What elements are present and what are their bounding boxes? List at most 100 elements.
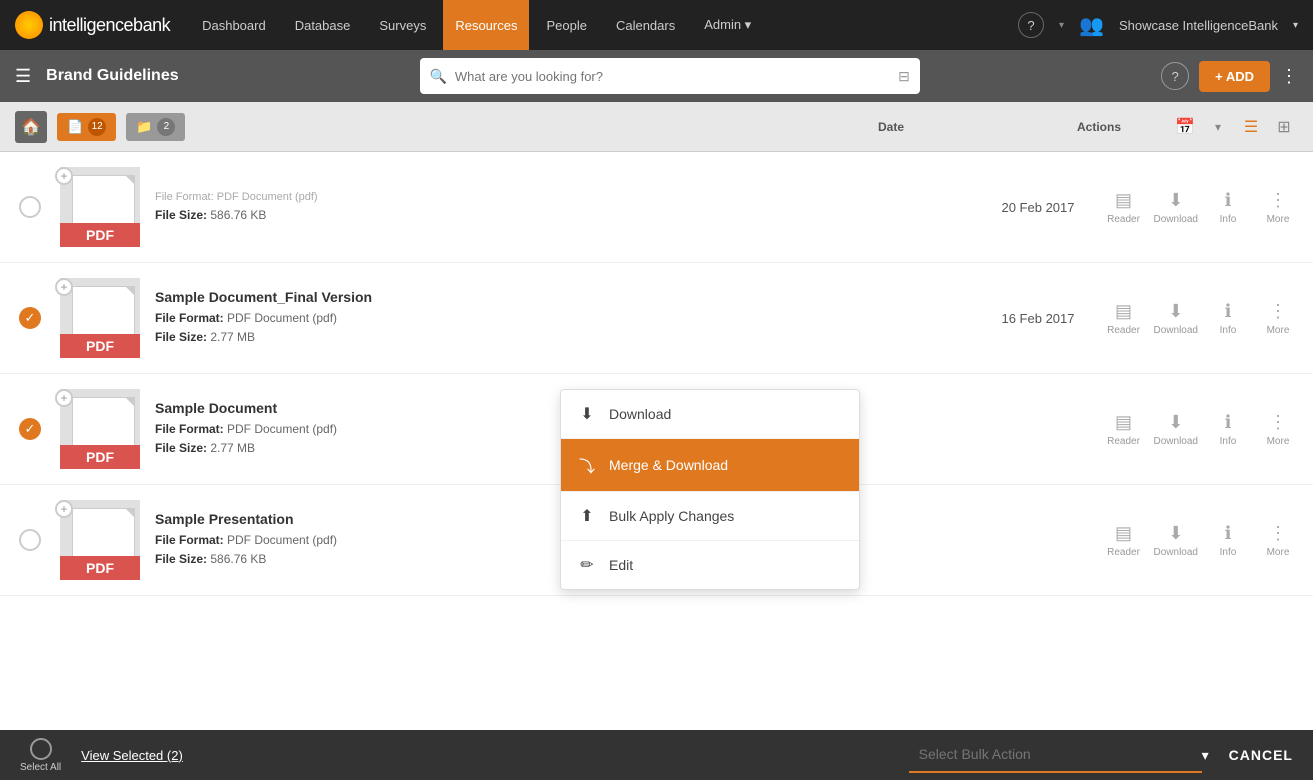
- more-action-button[interactable]: ⋮ More: [1258, 190, 1298, 225]
- page-title: Brand Guidelines: [46, 67, 178, 85]
- nav-item-surveys[interactable]: Surveys: [367, 0, 438, 50]
- nav-item-admin[interactable]: Admin ▾: [692, 0, 763, 50]
- download-action-button[interactable]: ⬇ Download: [1154, 301, 1198, 336]
- reader-label: Reader: [1107, 547, 1140, 558]
- download-icon: ⬇: [1168, 190, 1183, 211]
- nav-item-calendars[interactable]: Calendars: [604, 0, 687, 50]
- download-label: Download: [1154, 547, 1198, 558]
- file-actions: ▤ Reader ⬇ Download ℹ Info ⋮ More: [1098, 412, 1298, 447]
- info-action-button[interactable]: ℹ Info: [1208, 190, 1248, 225]
- more-action-button[interactable]: ⋮ More: [1258, 301, 1298, 336]
- more-action-button[interactable]: ⋮ More: [1258, 412, 1298, 447]
- nav-item-resources[interactable]: Resources: [443, 0, 529, 50]
- nav-item-database[interactable]: Database: [283, 0, 363, 50]
- file-actions: ▤ Reader ⬇ Download ℹ Info ⋮ More: [1098, 523, 1298, 558]
- more-label: More: [1267, 547, 1290, 558]
- add-to-selection-icon[interactable]: +: [55, 500, 73, 518]
- bulk-item-apply-label: Bulk Apply Changes: [609, 508, 734, 524]
- info-label: Info: [1220, 547, 1237, 558]
- select-all-button[interactable]: Select All: [20, 738, 61, 773]
- file-thumbnail: + PDF: [60, 389, 140, 469]
- filter-icon[interactable]: ⊟: [898, 68, 910, 85]
- cancel-button[interactable]: CANCEL: [1229, 747, 1293, 763]
- bulk-action-chevron-icon[interactable]: ▾: [1202, 747, 1209, 764]
- info-icon: ℹ: [1225, 190, 1232, 211]
- file-date: 20 Feb 2017: [978, 200, 1098, 215]
- download-label: Download: [1154, 436, 1198, 447]
- logo[interactable]: intelligencebank: [15, 11, 170, 39]
- add-to-selection-icon[interactable]: +: [55, 389, 73, 407]
- help-circle-button[interactable]: ?: [1161, 62, 1189, 90]
- bulk-item-download[interactable]: ⬇ Download: [561, 390, 859, 439]
- view-selected-link[interactable]: View Selected (2): [81, 748, 183, 763]
- date-column-header: Date: [831, 120, 951, 134]
- nav-item-dashboard[interactable]: Dashboard: [190, 0, 278, 50]
- more-icon: ⋮: [1269, 412, 1287, 433]
- pdf-badge: PDF: [60, 334, 140, 358]
- logo-sun-icon: [15, 11, 43, 39]
- reader-label: Reader: [1107, 214, 1140, 225]
- file-size-value: 586.76 KB: [210, 208, 266, 222]
- bulk-action-select: ▾: [909, 737, 1209, 773]
- help-button[interactable]: ?: [1018, 12, 1044, 38]
- reader-action-button[interactable]: ▤ Reader: [1104, 523, 1144, 558]
- reader-action-button[interactable]: ▤ Reader: [1104, 301, 1144, 336]
- file-thumbnail: + PDF: [60, 500, 140, 580]
- home-button[interactable]: 🏠: [15, 111, 47, 143]
- username-chevron-icon: ▾: [1293, 20, 1298, 31]
- download-action-button[interactable]: ⬇ Download: [1154, 523, 1198, 558]
- reader-icon: ▤: [1115, 301, 1132, 322]
- calendar-view-button[interactable]: 📅: [1171, 113, 1199, 141]
- download-label: Download: [1154, 325, 1198, 336]
- bulk-item-edit-label: Edit: [609, 557, 633, 573]
- info-label: Info: [1220, 436, 1237, 447]
- bulk-item-apply-changes[interactable]: ⬆ Bulk Apply Changes: [561, 492, 859, 541]
- file-checkbox[interactable]: [19, 529, 41, 551]
- view-controls: 📅 ▾ ☰ ⊞: [1171, 113, 1298, 141]
- add-to-selection-icon[interactable]: +: [55, 167, 73, 185]
- kebab-menu-button[interactable]: ⋮: [1280, 66, 1298, 87]
- merge-bulk-icon: ⤵: [577, 453, 597, 477]
- download-action-button[interactable]: ⬇ Download: [1154, 412, 1198, 447]
- download-action-button[interactable]: ⬇ Download: [1154, 190, 1198, 225]
- reader-action-button[interactable]: ▤ Reader: [1104, 190, 1144, 225]
- add-to-selection-icon[interactable]: +: [55, 278, 73, 296]
- add-button[interactable]: + ADD: [1199, 61, 1270, 92]
- pdf-badge: PDF: [60, 223, 140, 247]
- more-action-button[interactable]: ⋮ More: [1258, 523, 1298, 558]
- username[interactable]: Showcase IntelligenceBank: [1119, 18, 1278, 33]
- list-view-button[interactable]: ☰: [1237, 113, 1265, 141]
- grid-view-button[interactable]: ⊞: [1270, 113, 1298, 141]
- file-checkbox-checked[interactable]: ✓: [19, 307, 41, 329]
- actions-column-header: Actions: [961, 120, 1161, 134]
- bulk-item-edit[interactable]: ✏ Edit: [561, 541, 859, 589]
- file-checkbox-checked[interactable]: ✓: [19, 418, 41, 440]
- more-icon: ⋮: [1269, 301, 1287, 322]
- info-action-button[interactable]: ℹ Info: [1208, 523, 1248, 558]
- logo-text: intelligencebank: [49, 15, 170, 36]
- hamburger-icon[interactable]: ☰: [15, 66, 31, 87]
- sub-header: ☰ Brand Guidelines 🔍 ⊟ ? + ADD ⋮: [0, 50, 1313, 102]
- nav-item-people[interactable]: People: [534, 0, 598, 50]
- info-action-button[interactable]: ℹ Info: [1208, 301, 1248, 336]
- toolbar: 🏠 📄 12 📁 2 Date Actions 📅 ▾ ☰ ⊞: [0, 102, 1313, 152]
- doc-count-badge: 12: [88, 118, 106, 136]
- bulk-action-input[interactable]: [909, 737, 1202, 773]
- reader-label: Reader: [1107, 436, 1140, 447]
- bulk-item-merge-download[interactable]: ⤵ Merge & Download: [561, 439, 859, 492]
- folder-tab[interactable]: 📁 2: [126, 113, 185, 141]
- info-icon: ℹ: [1225, 301, 1232, 322]
- user-icon: 👥: [1079, 13, 1104, 38]
- file-checkbox[interactable]: [19, 196, 41, 218]
- bottom-bar: Select All View Selected (2) ▾ CANCEL: [0, 730, 1313, 780]
- more-label: More: [1267, 325, 1290, 336]
- search-input[interactable]: [420, 58, 920, 94]
- reader-action-button[interactable]: ▤ Reader: [1104, 412, 1144, 447]
- info-icon: ℹ: [1225, 523, 1232, 544]
- doc-tab[interactable]: 📄 12: [57, 113, 116, 141]
- file-name: Sample Document_Final Version: [155, 289, 978, 305]
- reader-icon: ▤: [1115, 523, 1132, 544]
- info-action-button[interactable]: ℹ Info: [1208, 412, 1248, 447]
- top-nav: intelligencebank Dashboard Database Surv…: [0, 0, 1313, 50]
- view-chevron-button[interactable]: ▾: [1204, 113, 1232, 141]
